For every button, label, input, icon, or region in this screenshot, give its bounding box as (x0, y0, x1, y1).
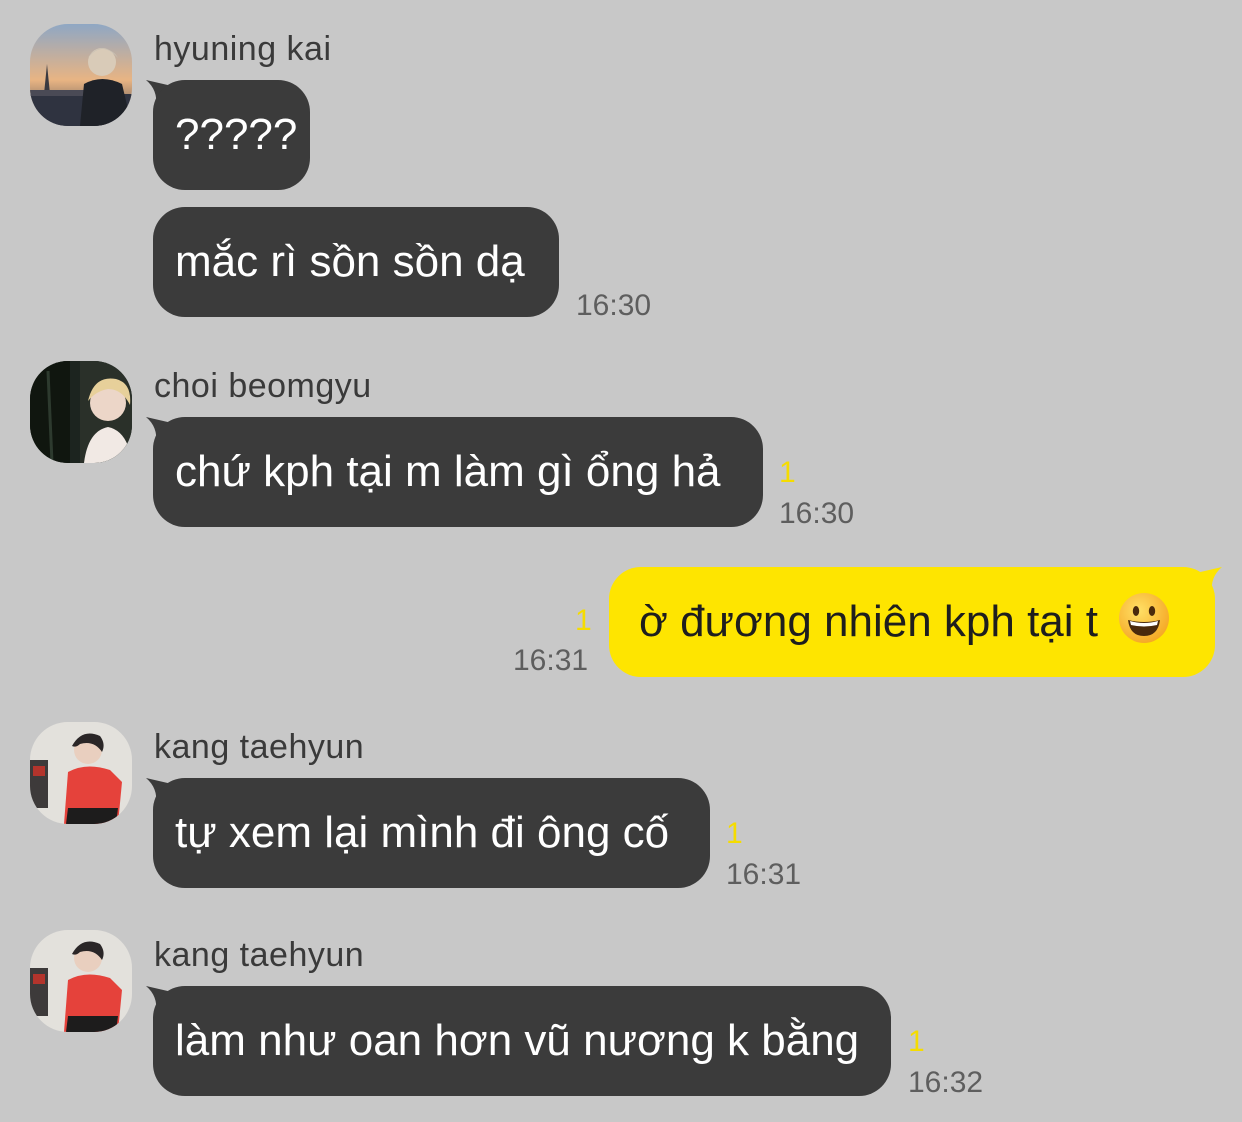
unread-count: 1 (575, 604, 592, 637)
message-text: ờ đương nhiên kph tại t (639, 597, 1098, 646)
sender-name: kang taehyun (154, 728, 365, 766)
avatar-choi-beomgyu[interactable] (30, 361, 132, 463)
message-bubble[interactable]: làm như oan hơn vũ nương k bằng (153, 986, 891, 1096)
avatar-hyuning-kai[interactable] (30, 24, 132, 126)
message-bubble[interactable]: chứ kph tại m làm gì ổng hả (153, 417, 763, 527)
unread-count: 1 (779, 456, 796, 489)
dark-photo-avatar-icon (30, 361, 132, 463)
red-shirt-photo-avatar-icon (30, 930, 132, 1032)
message-time: 16:31 (513, 644, 589, 677)
message-bubble[interactable]: tự xem lại mình đi ông cố (153, 778, 710, 888)
sender-name: choi beomgyu (154, 367, 372, 405)
message-bubble[interactable]: mắc rì sồn sồn dạ (153, 207, 559, 317)
message-time: 16:30 (779, 497, 855, 530)
outgoing-message-bubble[interactable]: ờ đương nhiên kph tại t (609, 567, 1215, 677)
message-bubble[interactable]: ????? (153, 80, 310, 190)
grinning-face-emoji-icon (1119, 593, 1170, 643)
red-shirt-photo-avatar-icon (30, 722, 132, 824)
unread-count: 1 (908, 1025, 925, 1058)
sender-name: hyuning kai (154, 30, 332, 68)
avatar-kang-taehyun[interactable] (30, 722, 132, 824)
message-time: 16:32 (908, 1066, 984, 1099)
avatar-kang-taehyun[interactable] (30, 930, 132, 1032)
unread-count: 1 (726, 817, 743, 850)
message-time: 16:30 (576, 289, 652, 322)
sender-name: kang taehyun (154, 936, 365, 974)
bubble-tail (1196, 567, 1222, 593)
message-time: 16:31 (726, 858, 802, 891)
sunset-photo-avatar-icon (30, 24, 132, 126)
